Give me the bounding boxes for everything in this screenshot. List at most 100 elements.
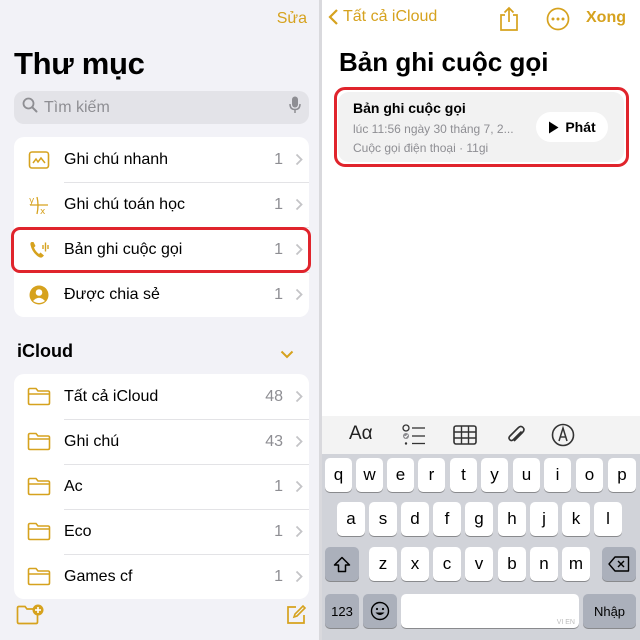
chevron-right-icon [289,288,309,301]
new-folder-icon[interactable] [16,604,44,631]
note-title[interactable]: Bản ghi cuộc gọi [339,47,548,78]
folder-label: Ac [64,477,83,495]
folder-label: Tất cả iCloud [64,387,159,405]
key-d[interactable]: d [401,502,429,536]
svg-text:x: x [40,207,46,216]
folder-label: Ghi chú [64,432,120,450]
key-w[interactable]: w [356,458,383,492]
key-y[interactable]: y [481,458,508,492]
call-recording-icon [14,239,64,261]
key-p[interactable]: p [608,458,636,492]
microphone-icon[interactable] [289,96,301,119]
text-format-button[interactable]: Aα [349,423,373,445]
key-v[interactable]: v [465,547,493,581]
pinned-folders-list: Ghi chú nhanh 1 yx Ghi chú toán học 1 Bả… [14,137,309,317]
folder-count: 1 [274,195,283,213]
folder-row-math-notes[interactable]: yx Ghi chú toán học 1 [14,182,309,227]
shift-key[interactable] [325,547,359,581]
search-bar[interactable]: Tìm kiếm [14,91,309,124]
key-i[interactable]: i [544,458,571,492]
folder-row-quick-notes[interactable]: Ghi chú nhanh 1 [14,137,309,182]
key-e[interactable]: e [387,458,414,492]
key-x[interactable]: x [401,547,429,581]
folder-count: 1 [274,522,283,540]
search-icon [22,97,38,118]
shift-icon [333,556,351,572]
key-s[interactable]: s [369,502,397,536]
key-r[interactable]: r [418,458,445,492]
folder-icon [14,522,64,541]
space-watermark: VI EN [556,619,575,626]
edit-button[interactable]: Sửa [277,10,307,28]
play-icon [549,121,559,133]
search-input[interactable]: Tìm kiếm [44,99,289,117]
folder-row[interactable]: Tất cả iCloud 48 [14,374,309,419]
attachment-icon[interactable] [506,424,526,451]
key-j[interactable]: j [530,502,558,536]
folder-row-shared[interactable]: Được chia sẻ 1 [14,272,309,317]
folder-row[interactable]: Games cf 1 [14,554,309,599]
recording-date: lúc 11:56 ngày 30 tháng 7, 2... [353,122,514,136]
key-b[interactable]: b [498,547,526,581]
key-h[interactable]: h [498,502,526,536]
chevron-right-icon [289,198,309,211]
chevron-right-icon [289,570,309,583]
folder-row[interactable]: Eco 1 [14,509,309,554]
chevron-right-icon [289,153,309,166]
folder-row-call-recordings[interactable]: Bản ghi cuộc gọi 1 [14,227,309,272]
key-l[interactable]: l [594,502,622,536]
emoji-key[interactable] [363,594,397,628]
space-key[interactable]: VI EN [401,594,579,628]
play-button[interactable]: Phát [536,112,608,142]
folder-label: Được chia sẻ [64,285,160,303]
more-options-icon[interactable] [546,7,570,36]
recording-meta: Cuộc gọi điện thoại · 11gi [353,141,489,155]
chevron-right-icon [289,480,309,493]
folder-count: 1 [274,150,283,168]
return-key[interactable]: Nhập [583,594,636,628]
recording-title: Bản ghi cuộc gọi [353,100,466,116]
folder-label: Bản ghi cuộc gọi [64,240,183,258]
table-icon[interactable] [453,425,477,450]
back-label: Tất cả iCloud [343,8,438,25]
chevron-down-icon[interactable] [280,346,294,364]
key-m[interactable]: m [562,547,590,581]
share-icon[interactable] [498,6,520,37]
chevron-right-icon [289,435,309,448]
call-recording-card[interactable]: Bản ghi cuộc gọi lúc 11:56 ngày 30 tháng… [338,92,624,162]
key-g[interactable]: g [465,502,493,536]
emoji-icon [370,601,390,621]
delete-key[interactable] [602,547,636,581]
done-button[interactable]: Xong [586,9,626,27]
folder-row[interactable]: Ghi chú 43 [14,419,309,464]
key-k[interactable]: k [562,502,590,536]
folder-count: 48 [265,387,283,405]
key-a[interactable]: a [337,502,365,536]
folder-icon [14,567,64,586]
numbers-key[interactable]: 123 [325,594,359,628]
key-f[interactable]: f [433,502,461,536]
key-t[interactable]: t [450,458,477,492]
folder-count: 1 [274,285,283,303]
compose-icon[interactable] [285,604,307,631]
format-toolbar: Aα [322,416,640,454]
quick-note-icon [14,150,64,170]
key-o[interactable]: o [576,458,603,492]
key-u[interactable]: u [513,458,540,492]
folder-icon [14,432,64,451]
checklist-icon[interactable] [402,424,426,451]
folder-count: 43 [265,432,283,450]
folder-label: Eco [64,522,92,540]
key-n[interactable]: n [530,547,558,581]
folder-label: Games cf [64,567,133,585]
key-c[interactable]: c [433,547,461,581]
play-label: Phát [565,119,596,135]
key-q[interactable]: q [325,458,352,492]
chevron-right-icon [289,525,309,538]
folder-row[interactable]: Ac 1 [14,464,309,509]
markup-pen-icon[interactable] [551,423,575,452]
keyboard: q w e r t y u i o p a s d f g h j k l z [322,454,640,640]
key-z[interactable]: z [369,547,397,581]
back-button[interactable]: Tất cả iCloud [328,8,437,26]
chevron-left-icon [328,9,338,25]
